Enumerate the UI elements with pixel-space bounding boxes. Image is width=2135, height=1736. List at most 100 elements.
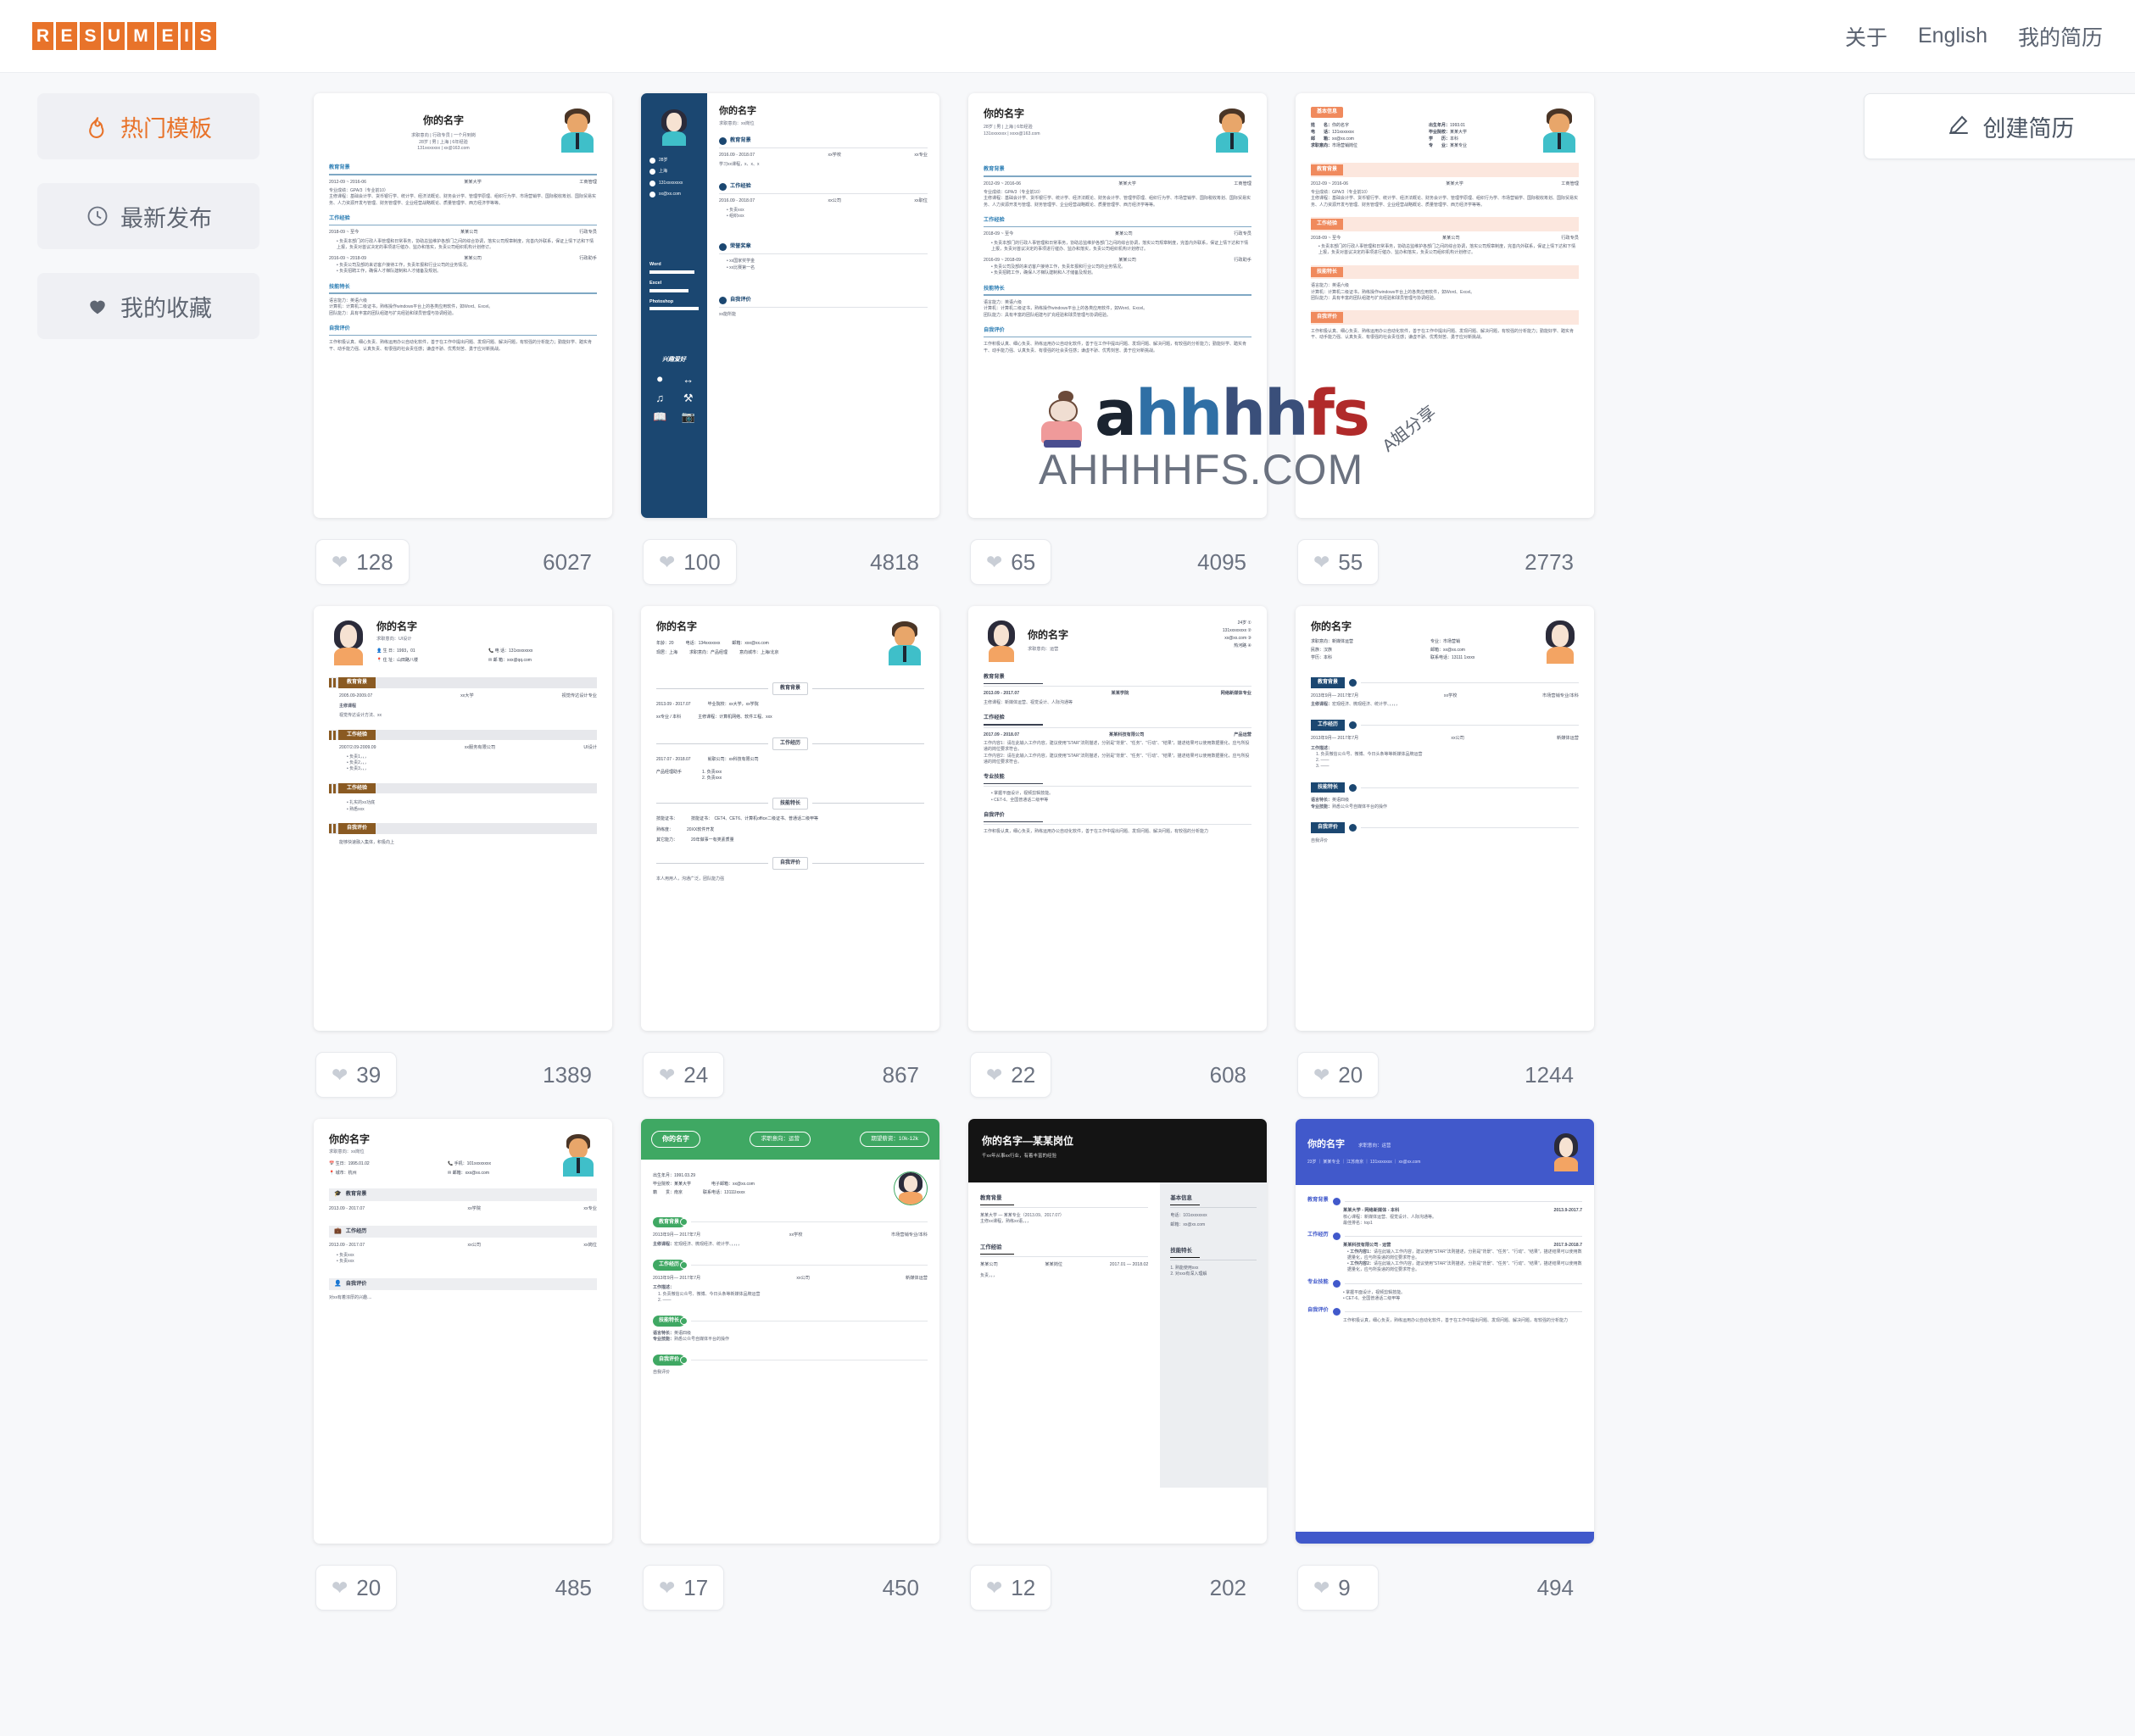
template-thumbnail[interactable]: 你的名字 求职意向：新媒体运营 专业：市场营销 民族：汉族 邮箱：xx@xx.c… xyxy=(1296,606,1594,1031)
resume-objective: 求职意向 | 行政专员 | 一个月到岗 xyxy=(411,133,476,139)
field-city: 📍 城市：杭州 xyxy=(329,1171,357,1177)
like-button[interactable]: ❤ 39 xyxy=(315,1052,398,1098)
like-button[interactable]: ❤ 22 xyxy=(970,1052,1052,1098)
skill-icon xyxy=(1349,783,1357,792)
like-button[interactable]: ❤ 65 xyxy=(970,539,1052,585)
selfeval-icon xyxy=(680,1356,688,1365)
fire-icon xyxy=(85,114,110,139)
resume-header: 你的名字 求职意向：运营 23岁 ｜ 某某专业 ｜ 江苏南京 ｜ 131xxxx… xyxy=(1296,1119,1594,1185)
resume-name: 你的名字 xyxy=(329,1133,371,1145)
person-icon: 👤 xyxy=(334,1281,342,1288)
edu-date: 2012-09 ~ 2016-06 xyxy=(1311,181,1348,186)
edu-courses: 主修课程：基础会计学、货币银行学、统计学、经济法概论、财务会计学、管理学原理、组… xyxy=(329,194,597,206)
template-thumbnail[interactable]: 你的名字 求职意向：运营 24岁 ① 131xxxxxxxx ② xx@xx.c… xyxy=(968,606,1267,1031)
resume-name: 你的名字 xyxy=(422,114,464,126)
skill-team: 团队能力：具有丰富的团队组建与扩充经验和球员管理与协调经验。 xyxy=(329,310,457,316)
field-degree: 学历：本科 xyxy=(1311,654,1333,660)
like-button[interactable]: ❤ 55 xyxy=(1297,539,1380,585)
avatar xyxy=(885,620,924,665)
section-title: 技能特长 xyxy=(984,285,1005,292)
resume-preview: 你的名字 求职意向：运营 24岁 ① 131xxxxxxxx ② xx@xx.c… xyxy=(984,620,1251,835)
template-thumbnail[interactable]: 你的名字 求职意向 | 行政专员 | 一个月到岗 28岁 | 男 | 上海 | … xyxy=(314,93,612,518)
like-button[interactable]: ❤ 100 xyxy=(643,539,737,585)
resume-name: 你的名字 xyxy=(1307,1138,1345,1149)
view-count: 6027 xyxy=(543,548,592,575)
template-thumbnail[interactable]: 你的名字 年龄：20 电话：134xxxxxxx 邮箱：xxx@xx.com 现… xyxy=(641,606,939,1031)
work-desc: 负责本部门的行政人事管理和日常事务，协助总监维护各部门之间的综合协调，落实公司规… xyxy=(1318,244,1576,256)
field-label: 邮 箱： xyxy=(1311,136,1333,142)
template-thumbnail[interactable]: 你的名字 求职意向：运营 期望薪资：10k-12k 出生年月：1991.03.2… xyxy=(641,1119,939,1544)
pencil-icon xyxy=(1946,112,1971,142)
avatar xyxy=(1540,107,1579,153)
template-card: 基本信息 姓 名：你的名字 出生年月：1993.01 电 话：131xxxxxx… xyxy=(1296,93,1594,606)
avatar xyxy=(558,107,597,153)
field-phone: 📞 电 话：131xxxxxxxx xyxy=(488,648,533,654)
work-date: 2016-09 ~ 2018-09 xyxy=(984,258,1021,264)
view-count: 4818 xyxy=(870,548,919,575)
section-title: 工作经历 xyxy=(1307,1232,1329,1238)
avatar xyxy=(984,620,1019,662)
field-school: 毕业院校：某某大学 xyxy=(653,1181,692,1187)
site-logo[interactable]: R E S U M E I S xyxy=(32,22,216,50)
site-header: R E S U M E I S 关于 English 我的简历 xyxy=(0,0,2135,73)
selfeval-icon xyxy=(719,296,727,304)
template-thumbnail[interactable]: 基本信息 姓 名：你的名字 出生年月：1993.01 电 话：131xxxxxx… xyxy=(1296,93,1594,518)
like-button[interactable]: ❤ 9 xyxy=(1297,1565,1379,1611)
template-meta: ❤ 100 4818 xyxy=(641,518,939,606)
field-city: 热河路 ④ xyxy=(1234,643,1251,648)
field-intent: 求职意向：产品经理 xyxy=(689,649,728,655)
create-resume-button[interactable]: 创建简历 xyxy=(1864,93,2135,159)
like-button[interactable]: ❤ 20 xyxy=(1297,1052,1380,1098)
template-thumbnail[interactable]: 你的名字 求职意向：UI设计 👤 生 日：1993，01 📞 电 话：131xx… xyxy=(314,606,612,1031)
heart-icon: ❤ xyxy=(332,550,348,573)
clock-icon xyxy=(85,203,110,229)
template-card: 你的名字 求职意向：运营 期望薪资：10k-12k 出生年月：1991.03.2… xyxy=(641,1119,939,1632)
user-icon xyxy=(649,158,655,164)
like-button[interactable]: ❤ 20 xyxy=(315,1565,398,1611)
template-thumbnail[interactable]: 你的名字 28岁 | 男 | 上海 | 6年经验 131xxxxxxx | xx… xyxy=(968,93,1267,518)
like-button[interactable]: ❤ 24 xyxy=(643,1052,725,1098)
resume-preview: 基本信息 姓 名：你的名字 出生年月：1993.01 电 话：131xxxxxx… xyxy=(1296,93,1594,518)
heart-icon: ❤ xyxy=(1313,1576,1330,1599)
resume-preview: 你的名字 28岁 | 男 | 上海 | 6年经验 131xxxxxxx | xx… xyxy=(984,108,1251,353)
resume-preview: 28岁 上海 131xxxxxxxx xx@xx.com Word Excel … xyxy=(641,93,939,518)
template-thumbnail[interactable]: 你的名字—某某岗位 千xx年从事xx行业，有着丰富的经验 教育背景 某某大学 —… xyxy=(968,1119,1267,1544)
like-count: 22 xyxy=(1011,1061,1036,1088)
avatar xyxy=(1541,620,1579,664)
nav-english[interactable]: English xyxy=(1918,24,1987,48)
work-date: 2016-09 ~ 2018-09 xyxy=(329,256,366,262)
section-title: 基本信息 xyxy=(1311,107,1344,118)
field-label: 电 话： xyxy=(1311,129,1333,135)
template-card: 你的名字 年龄：20 电话：134xxxxxxx 邮箱：xxx@xx.com 现… xyxy=(641,606,939,1119)
like-button[interactable]: ❤ 17 xyxy=(643,1565,725,1611)
section-title: 技能特长 xyxy=(1311,266,1344,278)
like-button[interactable]: ❤ 128 xyxy=(315,539,410,585)
resume-name: 你的名字 xyxy=(376,620,418,632)
template-thumbnail[interactable]: 你的名字 求职意向：xx岗位 📅 生日：1995.01.02 📞 手机：101x… xyxy=(314,1119,612,1544)
template-meta: ❤ 22 608 xyxy=(968,1031,1267,1119)
field-major: 专业：市场营销 xyxy=(1430,639,1461,645)
edu-major: 工商管理 xyxy=(1234,181,1251,186)
edu-courses: 主修课程：基础会计学、货币银行学、统计学、经济法概论、财务会计学、管理学原理、组… xyxy=(984,196,1251,208)
field-email: xx@xx.com ③ xyxy=(1224,636,1251,641)
template-thumbnail[interactable]: 28岁 上海 131xxxxxxxx xx@xx.com Word Excel … xyxy=(641,93,939,518)
like-button[interactable]: ❤ 12 xyxy=(970,1565,1052,1611)
template-card: 你的名字 求职意向：xx岗位 📅 生日：1995.01.02 📞 手机：101x… xyxy=(314,1119,612,1632)
template-thumbnail[interactable]: 你的名字 求职意向：运营 23岁 ｜ 某某专业 ｜ 江苏南京 ｜ 131xxxx… xyxy=(1296,1119,1594,1544)
resume-preview: 你的名字 求职意向：新媒体运营 专业：市场营销 民族：汉族 邮箱：xx@xx.c… xyxy=(1311,620,1579,843)
resume-preview: 你的名字 年龄：20 电话：134xxxxxxx 邮箱：xxx@xx.com 现… xyxy=(641,606,939,1031)
avatar xyxy=(657,108,691,146)
nav-my-resume[interactable]: 我的简历 xyxy=(2018,21,2103,52)
location-icon xyxy=(649,169,655,175)
field-nation: 民族：汉族 xyxy=(1311,647,1333,653)
like-count: 20 xyxy=(1338,1061,1363,1088)
section-title: 教育背景 xyxy=(984,674,1005,680)
nav-about[interactable]: 关于 xyxy=(1845,21,1887,52)
work-icon xyxy=(680,1260,688,1269)
field-age: 年龄：20 xyxy=(656,641,674,647)
resume-preview: 你的名字 求职意向：运营 23岁 ｜ 某某专业 ｜ 江苏南京 ｜ 131xxxx… xyxy=(1296,1119,1594,1544)
skill-bar xyxy=(649,270,695,274)
template-meta: ❤ 24 867 xyxy=(641,1031,939,1119)
resume-name: 你的名字—某某岗位 xyxy=(982,1135,1074,1147)
heart-icon: ❤ xyxy=(986,550,1003,573)
